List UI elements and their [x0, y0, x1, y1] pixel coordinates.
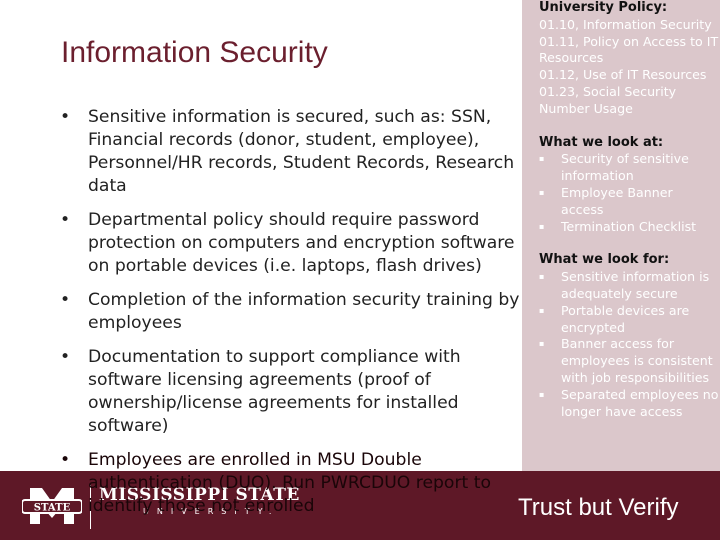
slide-title: Information Security	[61, 36, 328, 69]
look-for-heading: What we look for:	[539, 252, 670, 268]
bullet-item: Departmental policy should require passw…	[60, 209, 520, 278]
look-for-item: Portable devices are encrypted	[539, 303, 719, 337]
bullet-item: Employees are enrolled in MSU Double aut…	[60, 449, 520, 518]
look-at-item: Employee Banner access	[539, 185, 719, 219]
look-at-heading: What we look at:	[539, 134, 664, 150]
bullet-item: Documentation to support compliance with…	[60, 346, 520, 438]
policy-item: 01.10, Information Security	[539, 16, 712, 32]
look-at-item: Termination Checklist	[539, 219, 719, 236]
policy-item: 01.23, Social Security Number Usage	[539, 83, 677, 116]
policy-panel: University Policy: 01.10, Information Se…	[522, 0, 720, 471]
policy-item: 01.12, Use of IT Resources	[539, 67, 707, 83]
bullet-item: Sensitive information is secured, such a…	[60, 106, 520, 198]
look-for-item: Banner access for employees is consisten…	[539, 336, 719, 386]
bullet-item: Completion of the information security t…	[60, 289, 520, 335]
look-at-item: Security of sensitive information	[539, 151, 719, 185]
bullet-list: Sensitive information is secured, such a…	[60, 106, 520, 529]
look-for-item: Sensitive information is adequately secu…	[539, 269, 719, 303]
policy-item: 01.11, Policy on Access to IT Resources	[539, 33, 719, 66]
policy-heading: University Policy:	[539, 0, 668, 15]
tagline: Trust but Verify	[518, 494, 679, 521]
look-for-item: Separated employees no longer have acces…	[539, 387, 719, 421]
